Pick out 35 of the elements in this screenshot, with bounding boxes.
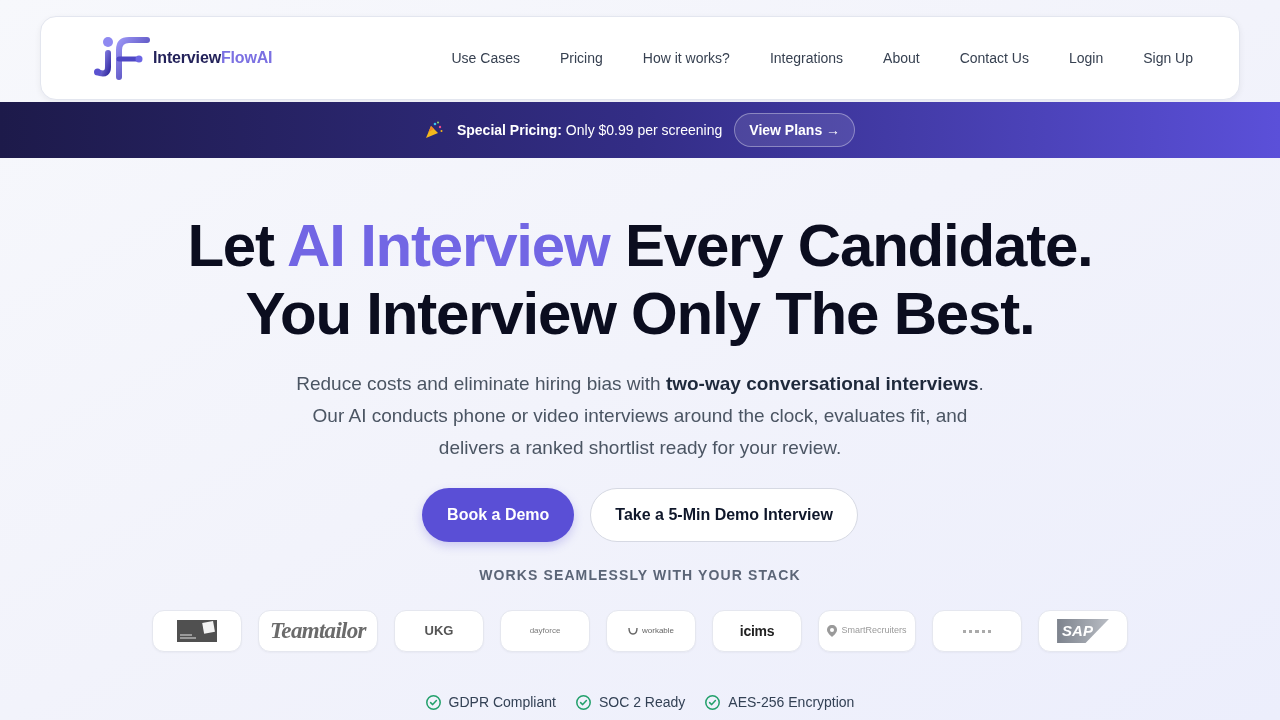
logo-wordmark: workable — [642, 625, 674, 637]
logo-icon[interactable] — [93, 35, 151, 81]
logo-text[interactable]: InterviewFlowAI — [153, 46, 273, 70]
check-circle-icon — [575, 695, 591, 710]
nav-link[interactable]: How it works? — [642, 47, 730, 69]
demo-interview-button[interactable]: Take a 5-Min Demo Interview — [590, 488, 858, 542]
trust-badge-label: GDPR Compliant — [448, 693, 556, 712]
party-popper-icon — [424, 121, 443, 139]
nav-link[interactable]: Use Cases — [451, 47, 520, 69]
check-circle-icon — [425, 695, 441, 710]
logo-wordmark: SmartRecruiters — [841, 624, 907, 638]
logo-wordmark: UKG — [424, 622, 454, 641]
logo-wordmark: Teamtailor — [270, 616, 366, 645]
trust-badge-label: AES-256 Encryption — [728, 693, 855, 712]
book-demo-button[interactable]: Book a Demo — [422, 488, 575, 542]
nav-link[interactable]: Login — [1068, 47, 1104, 69]
nav-link[interactable]: Pricing — [559, 47, 603, 69]
arc-logo-icon — [628, 627, 638, 635]
view-plans-button[interactable]: View Plans → — [734, 113, 856, 147]
hero-headline: Let AI Interview Every Candidate. You Interview Only The Best. — [187, 212, 1093, 348]
trust-badge-label: SOC 2 Ready — [598, 693, 686, 712]
check-circle-icon — [705, 695, 721, 710]
promo-text: Special Pricing: Only $0.99 per screening — [456, 120, 723, 140]
integrations-heading: WORKS SEAMLESSLY WITH YOUR STACK — [479, 566, 801, 585]
logo-wordmark: SAP — [1057, 619, 1109, 643]
nav-link[interactable]: Integrations — [769, 47, 844, 69]
logo-wordmark: dayforce — [529, 625, 561, 637]
nav-link[interactable]: Sign Up — [1143, 47, 1193, 69]
logo-wordmark: icims — [739, 621, 775, 641]
nav-link[interactable]: About — [883, 47, 920, 69]
dashes-logo-icon — [963, 629, 991, 633]
pin-icon — [827, 625, 838, 637]
square-logo-icon — [177, 619, 217, 643]
nav-link[interactable]: Contact Us — [959, 47, 1029, 69]
hero-subtitle: Reduce costs and eliminate hiring bias with two-way conversational interviews. Our AI conducts phone or video interviews around the clock, evaluates fit, and delivers a ranked shortlist ready for your review. — [295, 372, 985, 460]
